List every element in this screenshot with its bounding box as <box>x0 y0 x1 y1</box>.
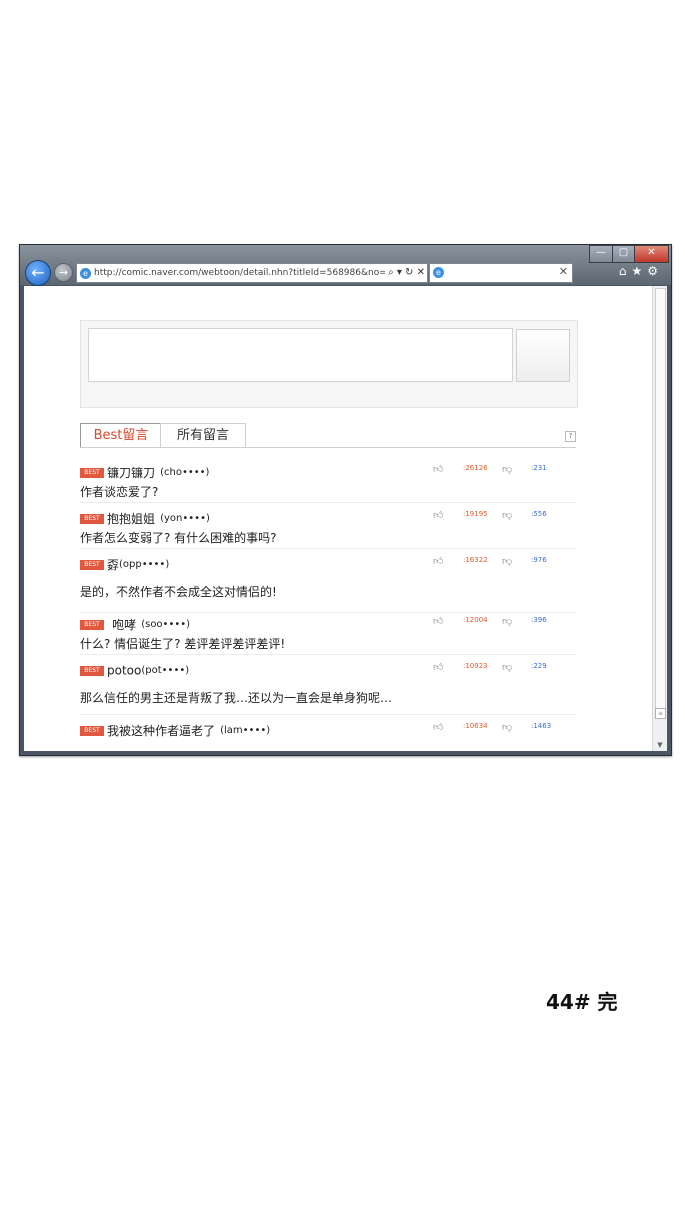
like-count: :19195 <box>463 510 488 518</box>
best-badge: BEST <box>80 513 104 524</box>
dislike-count: :976 <box>531 556 547 564</box>
browser-window: — ▢ ✕ ← → e http://comic.naver.com/webtoo… <box>19 244 672 756</box>
divider <box>80 548 576 549</box>
comment-author: 我被这种作者逼老了 <box>107 724 216 738</box>
best-badge: BEST <box>80 619 104 630</box>
comment-author: 镰刀镰刀 <box>107 466 156 480</box>
thumbs-up-icon[interactable]: 👍︎ <box>433 721 443 733</box>
tab-all-comments[interactable]: 所有留言 <box>160 423 246 447</box>
comment-text: 作者怎么变弱了? 有什么困难的事吗? <box>80 531 277 545</box>
chapter-end-caption: 44# 完 <box>546 990 618 1014</box>
submit-comment-button[interactable] <box>516 329 570 382</box>
divider <box>80 714 576 715</box>
comment-text: 什么? 情侣诞生了? 差评差评差评差评! <box>80 637 286 651</box>
thumbs-up-icon[interactable]: 👍︎ <box>433 463 443 475</box>
address-url: http://comic.naver.com/webtoon/detail.nh… <box>94 268 419 278</box>
comment-header: BEST 我被这种作者逼老了 (lam••••) <box>80 720 271 738</box>
dislike-count: :556 <box>531 510 547 518</box>
divider <box>80 612 576 613</box>
maximize-button[interactable]: ▢ <box>612 245 635 263</box>
tab-close-icon[interactable]: ✕ <box>559 265 568 278</box>
thumbs-up-icon[interactable]: 👍︎ <box>433 555 443 567</box>
comment-userid: (opp••••) <box>119 559 170 570</box>
comment-form <box>80 320 578 408</box>
dislike-count: :229 <box>531 662 547 670</box>
comment-text: 那么信任的男主还是背叛了我…还以为一直会是单身狗呢… <box>80 691 393 705</box>
divider <box>80 502 576 503</box>
thumbs-down-icon[interactable]: 👎︎ <box>502 555 512 567</box>
comment-userid: (cho••••) <box>160 467 210 478</box>
dislike-count: :231 <box>531 464 547 472</box>
scrollbar-grip-icon[interactable]: ≡ <box>655 708 666 719</box>
like-count: :16322 <box>463 556 488 564</box>
comment-author: 孬 <box>107 558 120 572</box>
scrollbar-thumb[interactable] <box>655 288 666 710</box>
tab-ie-logo-icon: e <box>433 267 444 278</box>
comment-input[interactable] <box>88 328 513 382</box>
comment-tabs: Best留言 所有留言 ? <box>80 423 576 448</box>
divider <box>80 654 576 655</box>
like-count: :10923 <box>463 662 488 670</box>
comment-header: BEST 咆哮 (soo••••) <box>80 614 191 632</box>
thumbs-down-icon[interactable]: 👎︎ <box>502 721 512 733</box>
best-badge: BEST <box>80 725 104 736</box>
comment-author: 抱抱姐姐 <box>107 512 156 526</box>
thumbs-up-icon[interactable]: 👍︎ <box>433 509 443 521</box>
thumbs-down-icon[interactable]: 👎︎ <box>502 615 512 627</box>
browser-titlebar: — ▢ ✕ ← → e http://comic.naver.com/webtoo… <box>20 245 671 286</box>
thumbs-down-icon[interactable]: 👎︎ <box>502 509 512 521</box>
minimize-button[interactable]: — <box>589 245 613 263</box>
back-arrow-icon[interactable]: ← <box>25 260 51 286</box>
comment-userid: (lam••••) <box>220 725 271 736</box>
comment-header: BEST 镰刀镰刀 (cho••••) <box>80 462 210 480</box>
best-badge: BEST <box>80 559 104 570</box>
thumbs-up-icon[interactable]: 👍︎ <box>433 615 443 627</box>
dislike-count: :396 <box>531 616 547 624</box>
toolbar-icons[interactable]: ⌂★⚙ <box>619 264 663 278</box>
comment-userid: (pot••••) <box>141 665 190 676</box>
forward-arrow-icon[interactable]: → <box>54 263 73 282</box>
thumbs-up-icon[interactable]: 👍︎ <box>433 661 443 673</box>
vertical-scrollbar[interactable]: ≡ ▼ <box>652 286 667 751</box>
ie-logo-icon: e <box>80 267 91 279</box>
comment-text: 是的，不然作者不会成全这对情侣的! <box>80 585 277 599</box>
close-window-button[interactable]: ✕ <box>634 245 669 263</box>
help-icon[interactable]: ? <box>565 431 576 442</box>
address-tools[interactable]: ⌕ ▾ ↻ ✕ <box>385 264 425 282</box>
comment-userid: (soo••••) <box>141 619 191 630</box>
best-badge: BEST <box>80 467 104 478</box>
comment-author: 咆哮 <box>112 618 137 632</box>
dislike-count: :1463 <box>531 722 552 730</box>
like-count: :10634 <box>463 722 488 730</box>
comment-header: BEST 孬(opp••••) <box>80 554 170 572</box>
best-badge: BEST <box>80 665 104 676</box>
scroll-down-arrow-icon[interactable]: ▼ <box>653 739 667 751</box>
like-count: :26126 <box>463 464 488 472</box>
browser-tab[interactable]: e ✕ <box>429 263 573 283</box>
page-content: Best留言 所有留言 ? BEST 镰刀镰刀 (cho••••) 👍︎ :261… <box>24 286 667 751</box>
thumbs-down-icon[interactable]: 👎︎ <box>502 463 512 475</box>
comment-header: BEST potoo(pot••••) <box>80 660 190 678</box>
like-count: :12004 <box>463 616 488 624</box>
address-bar[interactable]: e http://comic.naver.com/webtoon/detail.n… <box>76 263 428 283</box>
tab-best-comments[interactable]: Best留言 <box>80 423 162 447</box>
thumbs-down-icon[interactable]: 👎︎ <box>502 661 512 673</box>
comment-author: potoo <box>107 663 142 678</box>
comment-header: BEST 抱抱姐姐 (yon••••) <box>80 508 210 526</box>
comment-userid: (yon••••) <box>160 513 210 524</box>
comment-text: 作者谈恋爱了? <box>80 485 159 499</box>
